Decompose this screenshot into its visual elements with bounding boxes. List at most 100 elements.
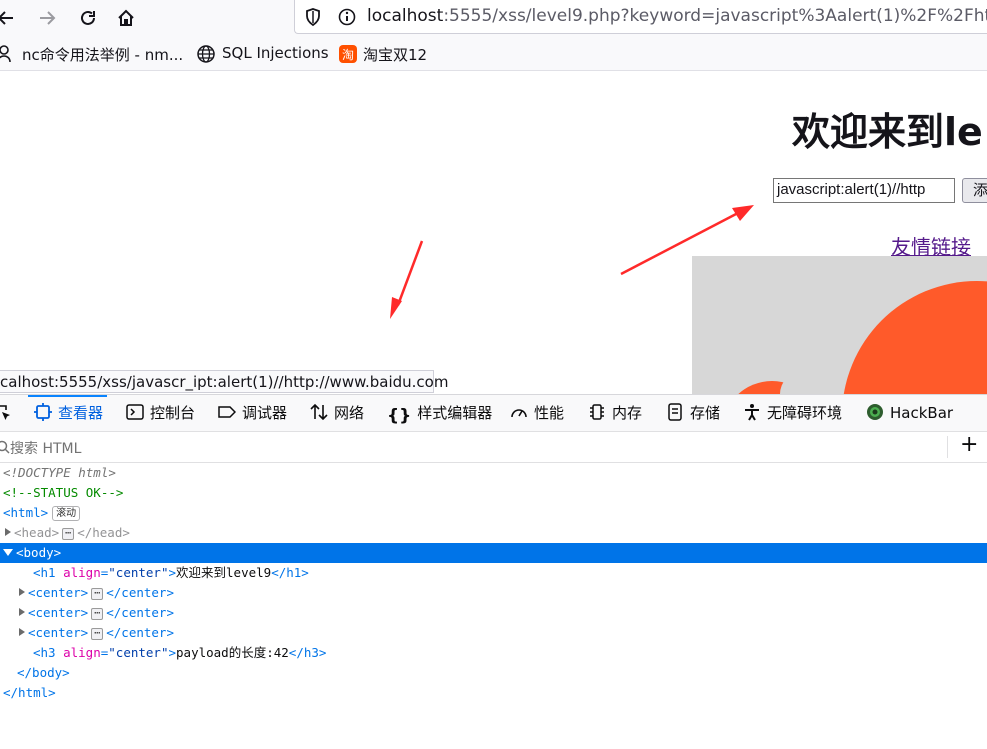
gauge-icon bbox=[511, 409, 527, 418]
bookmark-taobao[interactable]: 淘宝双12 bbox=[363, 44, 427, 65]
scroll-badge[interactable]: 滚动 bbox=[52, 506, 81, 521]
accessibility-person-icon bbox=[745, 404, 759, 421]
tab-hackbar-label: HackBar bbox=[890, 404, 954, 422]
search-icon bbox=[0, 440, 10, 454]
tab-console[interactable]: 控制台 bbox=[126, 395, 195, 431]
url-path: :5555/xss/level9.php?keyword=javascript%… bbox=[443, 6, 987, 26]
forward-button[interactable] bbox=[33, 4, 61, 32]
bookmarks-bar: nc命令用法举例 - nm... SQL Injections 淘 淘宝双12 bbox=[0, 36, 987, 71]
console-icon bbox=[126, 404, 144, 420]
tab-memory-label: 内存 bbox=[612, 404, 643, 422]
browser-toolbar: localhost:5555/xss/level9.php?keyword=ja… bbox=[0, 0, 987, 36]
tree-line-html-close[interactable]: </html> bbox=[0, 683, 987, 703]
h1-text: 欢迎来到level9 bbox=[176, 565, 272, 580]
tab-accessibility[interactable]: 无障碍环境 bbox=[743, 395, 842, 431]
tree-line-html[interactable]: <html> 滚动 bbox=[0, 503, 987, 523]
url-host: localhost bbox=[367, 6, 444, 26]
h1-align-value: "center" bbox=[108, 565, 169, 580]
tab-performance[interactable]: 性能 bbox=[510, 395, 564, 431]
html-search-row: 搜索 HTML + bbox=[0, 432, 987, 463]
comment-node: <!--STATUS OK--> bbox=[3, 485, 124, 500]
tab-storage-label: 存储 bbox=[690, 404, 721, 422]
tab-network-label: 网络 bbox=[334, 404, 365, 422]
memory-chip-icon bbox=[590, 404, 604, 420]
tab-inspector[interactable]: 查看器 bbox=[27, 395, 108, 431]
back-button[interactable] bbox=[0, 4, 20, 32]
reload-icon bbox=[81, 10, 95, 25]
page-viewport: 欢迎来到le javascript:alert(1)//http 添 友情链接 bbox=[0, 71, 987, 394]
forward-arrow-icon bbox=[40, 11, 56, 25]
tab-network[interactable]: 网络 bbox=[310, 395, 364, 431]
tab-debugger[interactable]: 调试器 bbox=[218, 395, 287, 431]
tab-storage[interactable]: 存储 bbox=[666, 395, 720, 431]
svg-text:淘: 淘 bbox=[342, 48, 354, 62]
devtools-panel: 查看器 控制台 调试器 网络 {} 样式编辑器 性能 内存 存储 无障碍环境 Ha… bbox=[0, 394, 987, 749]
person-icon bbox=[0, 45, 11, 63]
taobao-icon: 淘 bbox=[339, 45, 357, 63]
add-node-button[interactable]: + bbox=[960, 432, 978, 457]
expand-toggle-icon[interactable] bbox=[19, 608, 25, 616]
collapsed-ellipsis-icon[interactable]: ⋯ bbox=[91, 588, 104, 600]
html-close-tag: </html> bbox=[3, 685, 56, 700]
home-icon bbox=[118, 9, 134, 26]
center-close-tag: </center> bbox=[106, 605, 174, 620]
center-close-tag: </center> bbox=[106, 585, 174, 600]
tab-inspector-label: 查看器 bbox=[58, 404, 104, 422]
tree-line-body[interactable]: <body> bbox=[0, 543, 987, 563]
tab-accessibility-label: 无障碍环境 bbox=[767, 404, 843, 422]
tree-line-comment[interactable]: <!--STATUS OK--> bbox=[0, 483, 987, 503]
tab-memory[interactable]: 内存 bbox=[588, 395, 642, 431]
bookmark-sql-injections[interactable]: SQL Injections bbox=[222, 44, 329, 62]
tree-line-center-3[interactable]: <center> ⋯ </center> bbox=[0, 623, 987, 643]
center-close-tag: </center> bbox=[106, 625, 174, 640]
body-open-tag: <body> bbox=[16, 545, 62, 560]
tree-line-head[interactable]: <head> ⋯ </head> bbox=[0, 523, 987, 543]
head-close-tag: </head> bbox=[77, 525, 130, 540]
tab-style-editor-label: 样式编辑器 bbox=[417, 404, 493, 422]
address-bar[interactable]: localhost:5555/xss/level9.php?keyword=ja… bbox=[294, 0, 987, 34]
tree-line-doctype[interactable]: <!DOCTYPE html> bbox=[0, 463, 987, 483]
tab-performance-label: 性能 bbox=[534, 404, 565, 422]
tree-line-body-close[interactable]: </body> bbox=[0, 663, 987, 683]
html-search-input[interactable]: 搜索 HTML bbox=[10, 438, 81, 458]
collapsed-ellipsis-icon[interactable]: ⋯ bbox=[91, 608, 104, 620]
search-separator bbox=[947, 436, 948, 458]
bookmark-nc[interactable]: nc命令用法举例 - nm... bbox=[22, 44, 183, 65]
link-status-tooltip: calhost:5555/xss/javascr_ipt:alert(1)//h… bbox=[0, 370, 448, 393]
url-text[interactable]: localhost:5555/xss/level9.php?keyword=ja… bbox=[367, 6, 987, 26]
center-open-tag: <center> bbox=[28, 605, 89, 620]
expand-toggle-icon[interactable] bbox=[19, 588, 25, 596]
center-open-tag: <center> bbox=[28, 625, 89, 640]
h3-text: payload的长度:42 bbox=[176, 645, 289, 660]
tab-style-editor[interactable]: {} 样式编辑器 bbox=[387, 395, 492, 431]
back-arrow-icon bbox=[0, 11, 13, 25]
info-icon[interactable] bbox=[337, 7, 357, 27]
tab-debugger-label: 调试器 bbox=[242, 404, 288, 422]
expand-toggle-icon[interactable] bbox=[5, 528, 11, 536]
reload-button[interactable] bbox=[74, 4, 102, 32]
collapsed-ellipsis-icon[interactable]: ⋯ bbox=[62, 528, 75, 540]
h3-align-value: "center" bbox=[108, 645, 169, 660]
html-open-tag: <html> bbox=[3, 505, 49, 520]
inspector-icon bbox=[34, 403, 52, 421]
tree-line-h3[interactable]: <h3 align="center">payload的长度:42</h3> bbox=[0, 643, 987, 663]
head-open-tag: <head> bbox=[14, 525, 60, 540]
tree-line-center-1[interactable]: <center> ⋯ </center> bbox=[0, 583, 987, 603]
tab-console-label: 控制台 bbox=[150, 404, 196, 422]
braces-icon: {} bbox=[387, 406, 412, 426]
collapse-toggle-icon[interactable] bbox=[3, 549, 13, 556]
tree-line-center-2[interactable]: <center> ⋯ </center> bbox=[0, 603, 987, 623]
hackbar-icon bbox=[867, 404, 883, 420]
devtools-tab-bar: 查看器 控制台 调试器 网络 {} 样式编辑器 性能 内存 存储 无障碍环境 Ha… bbox=[0, 395, 987, 432]
expand-toggle-icon[interactable] bbox=[19, 628, 25, 636]
element-picker-icon[interactable] bbox=[0, 404, 12, 422]
collapsed-ellipsis-icon[interactable]: ⋯ bbox=[91, 628, 104, 640]
globe-icon bbox=[197, 45, 215, 63]
h3-align-attr: align bbox=[63, 645, 101, 660]
tab-hackbar[interactable]: HackBar bbox=[866, 395, 953, 431]
red-annotation-arrows bbox=[390, 205, 754, 319]
tree-line-h1[interactable]: <h1 align="center">欢迎来到level9</h1> bbox=[0, 563, 987, 583]
tracking-shield-icon[interactable] bbox=[303, 7, 323, 27]
home-button[interactable] bbox=[112, 4, 140, 32]
h1-align-attr: align bbox=[63, 565, 101, 580]
